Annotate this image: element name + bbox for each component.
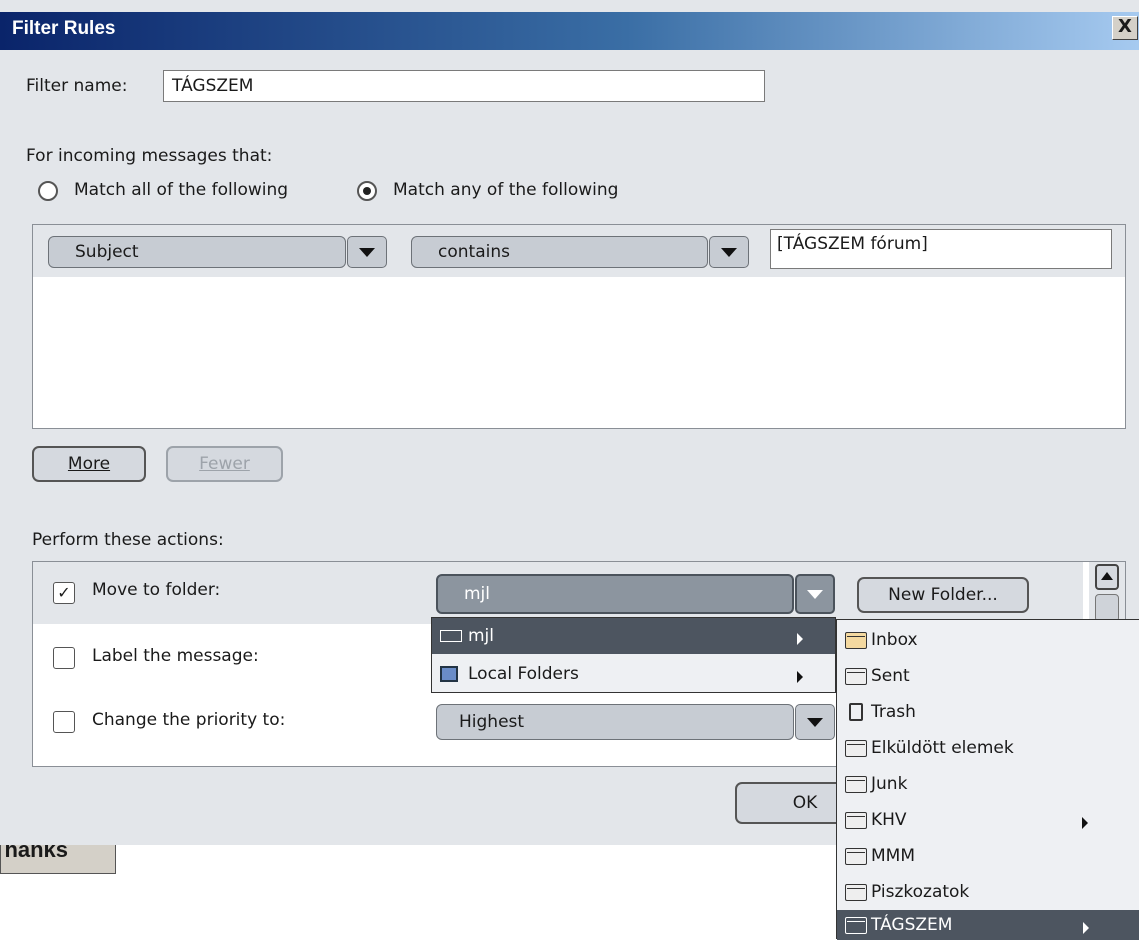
menu-item-label: mjl [468, 626, 495, 646]
folder-item-label: TÁGSZEM [871, 915, 953, 935]
folder-item-label: Inbox [871, 630, 918, 650]
criteria-value-text: [TÁGSZEM fórum] [777, 234, 928, 254]
new-folder-label: New Folder... [888, 585, 998, 605]
folder-item-label: KHV [871, 810, 907, 830]
menu-item-label: Local Folders [468, 664, 579, 684]
computer-icon [440, 666, 458, 682]
folder-select-dropdown[interactable] [795, 574, 835, 614]
sent-icon [845, 667, 867, 685]
folder-item-label: Piszkozatok [871, 882, 970, 902]
priority-select-value: Highest [459, 712, 525, 732]
menu-item-mjl[interactable]: mjl [432, 618, 835, 654]
criteria-field-value: Subject [75, 242, 139, 262]
dialog-title: Filter Rules [12, 18, 116, 39]
more-button-label: More [67, 454, 111, 474]
chevron-down-icon [807, 589, 823, 599]
arrow-up-icon [1101, 572, 1113, 580]
folder-icon [845, 847, 867, 865]
filter-name-input[interactable]: TÁGSZEM [163, 70, 765, 102]
folder-item-label: Elküldött elemek [871, 738, 1014, 758]
folder-item-elkuldott[interactable]: Elküldött elemek [837, 730, 1138, 766]
folder-item-khv[interactable]: KHV [837, 802, 1138, 838]
match-any-label[interactable]: Match any of the following [393, 180, 618, 200]
submenu-arrow-icon [1082, 817, 1088, 829]
more-button[interactable]: More [32, 446, 146, 482]
filter-name-label: Filter name: [26, 76, 128, 96]
folder-menu: Inbox Sent Trash Elküldött elemek Junk K… [836, 619, 1139, 940]
folder-item-label: Sent [871, 666, 910, 686]
close-button[interactable]: X [1112, 16, 1138, 40]
incoming-messages-label: For incoming messages that: [26, 146, 273, 166]
actions-label: Perform these actions: [32, 530, 224, 550]
label-message-label: Label the message: [92, 646, 259, 666]
chevron-down-icon [359, 247, 375, 257]
match-all-label[interactable]: Match all of the following [74, 180, 288, 200]
priority-checkbox[interactable] [53, 711, 75, 733]
folder-item-sent[interactable]: Sent [837, 658, 1138, 694]
account-menu: mjl Local Folders [431, 617, 836, 693]
move-to-folder-checkbox[interactable]: ✓ [53, 582, 75, 604]
criteria-field-dropdown[interactable] [347, 236, 387, 268]
criteria-value-input[interactable]: [TÁGSZEM fórum] [770, 229, 1112, 269]
criteria-operator-select[interactable]: contains [411, 236, 708, 268]
scroll-thumb[interactable] [1095, 594, 1119, 622]
folder-item-label: MMM [871, 846, 916, 866]
folder-icon [845, 811, 867, 829]
folder-icon [845, 916, 867, 934]
folder-item-inbox[interactable]: Inbox [837, 622, 1138, 658]
folder-select[interactable]: mjl [436, 574, 794, 614]
submenu-arrow-icon [1083, 922, 1089, 934]
match-any-radio[interactable] [357, 181, 377, 201]
filter-name-value: TÁGSZEM [172, 76, 254, 96]
fewer-button-label: Fewer [199, 454, 250, 474]
folder-icon [845, 883, 867, 901]
folder-item-trash[interactable]: Trash [837, 694, 1138, 730]
folder-item-label: Trash [871, 702, 916, 722]
submenu-arrow-icon [797, 633, 803, 645]
label-message-checkbox[interactable] [53, 647, 75, 669]
folder-item-mmm[interactable]: MMM [837, 838, 1138, 874]
chevron-down-icon [721, 247, 737, 257]
mail-account-icon [440, 630, 462, 642]
folder-item-piszkozatok[interactable]: Piszkozatok [837, 874, 1138, 910]
move-to-folder-label: Move to folder: [92, 580, 221, 600]
menu-item-local-folders[interactable]: Local Folders [432, 656, 835, 692]
folder-item-tagszem[interactable]: TÁGSZEM [837, 910, 1139, 940]
criteria-operator-value: contains [438, 242, 510, 262]
trash-icon [849, 703, 863, 721]
ok-label: OK [792, 793, 818, 813]
criteria-operator-dropdown[interactable] [709, 236, 749, 268]
close-icon: X [1118, 16, 1132, 37]
title-bar [0, 12, 1139, 50]
new-folder-button[interactable]: New Folder... [857, 577, 1029, 613]
folder-icon [845, 739, 867, 757]
checkmark-icon: ✓ [57, 583, 71, 602]
actions-scrollbar[interactable] [1089, 562, 1125, 624]
folder-item-junk[interactable]: Junk [837, 766, 1138, 802]
match-all-radio[interactable] [38, 181, 58, 201]
chevron-down-icon [807, 717, 823, 727]
folder-select-value: mjl [464, 584, 491, 604]
criteria-field-select[interactable]: Subject [48, 236, 346, 268]
priority-label: Change the priority to: [92, 710, 286, 730]
folder-icon [845, 775, 867, 793]
priority-select-dropdown[interactable] [795, 704, 835, 740]
scroll-up-button[interactable] [1095, 564, 1119, 590]
submenu-arrow-icon [797, 671, 803, 683]
folder-item-label: Junk [871, 774, 908, 794]
actions-label-text: Perform these actions: [32, 530, 224, 550]
fewer-button[interactable]: Fewer [166, 446, 283, 482]
inbox-icon [845, 631, 867, 649]
priority-select[interactable]: Highest [436, 704, 794, 740]
